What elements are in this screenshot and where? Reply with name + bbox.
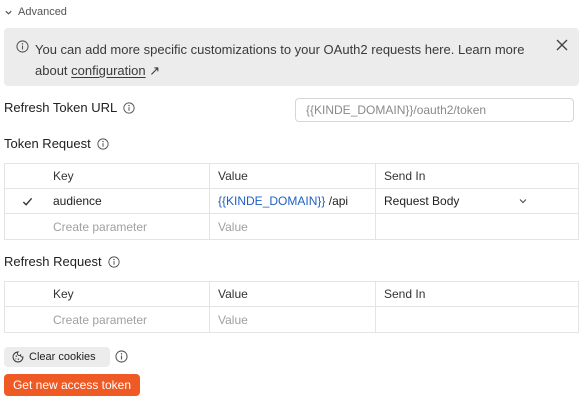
column-send-in: Send In bbox=[384, 287, 426, 301]
new-value-input[interactable]: Value bbox=[210, 214, 376, 239]
external-link-icon: ↗ bbox=[149, 63, 161, 78]
table-row: audience {{KINDE_DOMAIN}} /api Request B… bbox=[5, 189, 578, 214]
checkmark-icon bbox=[22, 197, 32, 206]
column-key: Key bbox=[49, 164, 210, 188]
key-cell[interactable]: audience bbox=[49, 189, 210, 213]
info-icon[interactable] bbox=[123, 101, 135, 114]
refresh-request-table: Key Value Send In Create parameter Value bbox=[4, 281, 579, 333]
column-key: Key bbox=[49, 282, 210, 306]
refresh-token-url-label: Refresh Token URL bbox=[4, 100, 135, 115]
token-request-label: Token Request bbox=[4, 136, 109, 151]
row-checkbox[interactable] bbox=[5, 189, 49, 213]
cookie-icon bbox=[12, 351, 24, 363]
chevron-down-icon bbox=[519, 199, 527, 204]
column-value: Value bbox=[210, 282, 376, 306]
info-icon[interactable] bbox=[115, 350, 128, 363]
chevron-down-icon bbox=[5, 10, 12, 15]
banner-text: You can add more specific customizations… bbox=[35, 42, 525, 78]
configuration-link[interactable]: configuration bbox=[71, 63, 145, 78]
column-send-in: Send In bbox=[384, 169, 426, 183]
new-value-input[interactable]: Value bbox=[210, 307, 376, 332]
create-parameter-input[interactable]: Create parameter bbox=[49, 307, 210, 332]
refresh-token-url-input[interactable]: {{KINDE_DOMAIN}}/oauth2/token bbox=[295, 98, 574, 122]
info-icon[interactable] bbox=[97, 137, 109, 150]
value-cell[interactable]: {{KINDE_DOMAIN}} /api bbox=[210, 189, 376, 213]
new-send-in-cell[interactable] bbox=[376, 214, 578, 239]
clear-cookies-button[interactable]: Clear cookies bbox=[4, 347, 110, 367]
create-parameter-input[interactable]: Create parameter bbox=[49, 214, 210, 239]
info-icon[interactable] bbox=[107, 255, 120, 268]
variable-token: {{KINDE_DOMAIN}} bbox=[218, 194, 326, 208]
table-row-new: Create parameter Value bbox=[5, 214, 578, 239]
table-header-row: Key Value Send In bbox=[5, 164, 578, 189]
new-send-in-cell[interactable] bbox=[376, 307, 578, 332]
send-in-select[interactable]: Request Body bbox=[376, 189, 578, 213]
url-placeholder: {{KINDE_DOMAIN}}/oauth2/token bbox=[306, 103, 487, 117]
token-request-table: Key Value Send In audience {{KINDE_DOMAI… bbox=[4, 163, 579, 240]
get-new-access-token-button[interactable]: Get new access token bbox=[4, 374, 140, 396]
close-icon[interactable] bbox=[555, 38, 569, 52]
table-header-row: Key Value Send In bbox=[5, 282, 578, 307]
advanced-label: Advanced bbox=[18, 6, 67, 18]
info-icon bbox=[16, 40, 29, 53]
advanced-section-toggle[interactable]: Advanced bbox=[4, 4, 67, 20]
table-row-new: Create parameter Value bbox=[5, 307, 578, 332]
refresh-request-label: Refresh Request bbox=[4, 254, 120, 269]
column-value: Value bbox=[210, 164, 376, 188]
info-banner: You can add more specific customizations… bbox=[4, 28, 579, 86]
